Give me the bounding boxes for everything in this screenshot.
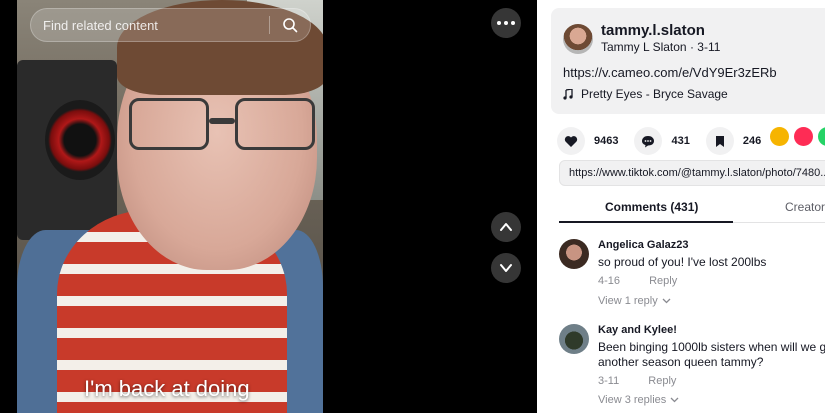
reply-button[interactable]: Reply (649, 275, 677, 287)
bookmark-icon (705, 127, 734, 155)
commenter-avatar[interactable] (559, 239, 589, 269)
search-button[interactable] (270, 9, 310, 41)
comment-meta: 4-16 Reply (598, 275, 677, 287)
author-avatar[interactable] (563, 24, 593, 54)
view-replies-label: View 3 replies (598, 394, 667, 406)
chevron-down-icon (670, 397, 679, 403)
next-video-button[interactable] (491, 253, 521, 283)
description-link[interactable]: https://v.cameo.com/e/VdY9Er3zERb (563, 65, 777, 80)
author-display-name: Tammy L Slaton (601, 40, 687, 54)
search-icon (283, 18, 298, 33)
comment-count: 431 (671, 135, 690, 147)
comment-button[interactable]: 431 (634, 127, 690, 155)
video-stage: I'm back at doing (0, 0, 537, 413)
comment-meta: 3-11 Reply (598, 375, 676, 387)
view-replies-button[interactable]: View 3 replies (598, 394, 679, 406)
view-replies-button[interactable]: View 1 reply (598, 295, 671, 307)
comment-tabs: Comments (431) Creator v (559, 193, 825, 223)
chevron-down-icon (500, 264, 512, 272)
previous-video-button[interactable] (491, 212, 521, 242)
chevron-down-icon (662, 298, 671, 304)
post-date: 3-11 (697, 40, 721, 54)
details-panel: tammy.l.slaton Tammy L Slaton · 3-11 htt… (537, 0, 825, 413)
comment-text: Been binging 1000lb sisters when will we… (598, 340, 825, 369)
comment-date: 3-11 (598, 375, 620, 387)
post-info-card: tammy.l.slaton Tammy L Slaton · 3-11 htt… (551, 8, 825, 114)
music-title: Pretty Eyes - Bryce Savage (581, 87, 728, 101)
more-dot-icon (504, 21, 508, 25)
video-caption: I'm back at doing (84, 376, 250, 401)
repost-icon[interactable] (770, 127, 789, 146)
active-tab-indicator (559, 221, 733, 223)
comment-icon (634, 127, 663, 155)
glasses (129, 98, 315, 158)
send-icon[interactable] (794, 127, 813, 146)
music-note-icon (563, 88, 573, 100)
chevron-up-icon (500, 223, 512, 231)
save-button[interactable]: 246 (705, 127, 762, 155)
comment-date: 4-16 (598, 275, 621, 287)
more-dot-icon (511, 21, 515, 25)
like-count: 9463 (594, 135, 619, 147)
like-button[interactable]: 9463 (557, 127, 618, 155)
engagement-stats: 9463 431 246 (557, 127, 777, 155)
speaker (45, 100, 115, 180)
search-bar (30, 8, 311, 42)
commenter-name[interactable]: Kay and Kylee! (598, 324, 677, 336)
tab-creator-videos[interactable]: Creator v (785, 200, 825, 214)
heart-icon (557, 127, 585, 155)
search-input[interactable] (31, 17, 269, 33)
app-root: I'm back at doing tammy.l.slaton Tammy L… (0, 0, 825, 413)
post-photo[interactable] (17, 0, 323, 413)
more-options-button[interactable] (491, 8, 521, 38)
author-subline: Tammy L Slaton · 3-11 (601, 40, 720, 54)
copy-link-field[interactable]: https://www.tiktok.com/@tammy.l.slaton/p… (559, 160, 825, 186)
tab-comments[interactable]: Comments (431) (605, 200, 698, 214)
share-options (770, 127, 825, 146)
view-replies-label: View 1 reply (598, 295, 658, 307)
more-dot-icon (497, 21, 501, 25)
reply-button[interactable]: Reply (648, 375, 676, 387)
commenter-name[interactable]: Angelica Galaz23 (598, 239, 689, 251)
comment-text: so proud of you! I've lost 200lbs (598, 255, 767, 269)
whatsapp-icon[interactable] (818, 127, 825, 146)
music-row[interactable]: Pretty Eyes - Bryce Savage (563, 87, 728, 101)
author-username[interactable]: tammy.l.slaton (601, 22, 705, 39)
save-count: 246 (742, 135, 762, 147)
commenter-avatar[interactable] (559, 324, 589, 354)
